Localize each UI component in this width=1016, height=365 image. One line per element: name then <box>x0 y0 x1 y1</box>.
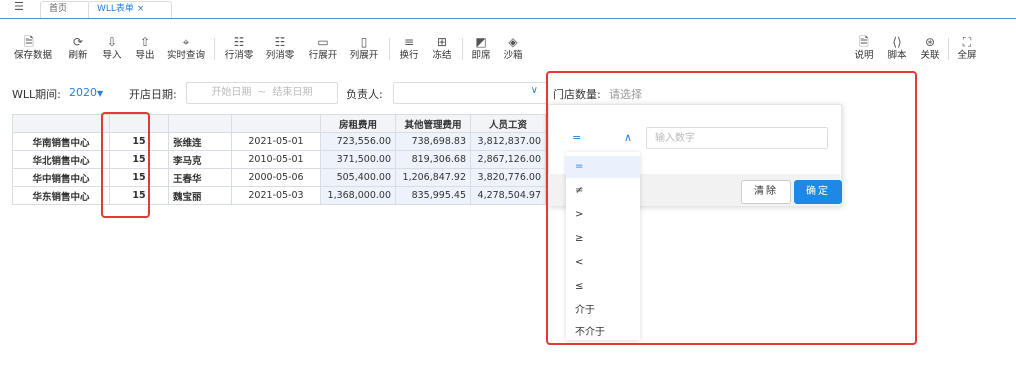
tab-wll-form[interactable]: WLL表单 × <box>88 1 172 18</box>
table-row: 华东销售中心 15 魏宝丽 2021-05-03 1,368,000.00 83… <box>12 186 559 205</box>
export-icon: ⇧ <box>139 35 151 49</box>
table-cell[interactable]: 835,995.45 <box>395 186 471 205</box>
table-cell[interactable]: 张维连 <box>168 132 232 151</box>
highlight-box <box>546 71 917 345</box>
row-cancel-icon: ☷ <box>233 35 245 49</box>
toolbar-divider <box>462 38 463 60</box>
wrap-icon: ≡ <box>403 35 415 49</box>
column-header[interactable] <box>231 114 321 133</box>
refresh-icon: ⟳ <box>72 35 84 49</box>
table-cell[interactable]: 1,206,847.92 <box>395 168 471 187</box>
table-cell[interactable]: 2021-05-03 <box>231 186 321 205</box>
table-cell[interactable]: 华东销售中心 <box>12 186 110 205</box>
table-cell[interactable]: 3,820,776.00 <box>470 168 546 187</box>
col-cancel-zero-button[interactable]: ☷ 列消零 <box>263 34 297 62</box>
table-cell[interactable]: 华中销售中心 <box>12 168 110 187</box>
row-cancel-zero-button[interactable]: ☷ 行消零 <box>222 34 256 62</box>
table-cell[interactable]: 王春华 <box>168 168 232 187</box>
wrap-button[interactable]: ≡ 换行 <box>397 34 421 62</box>
table-cell[interactable]: 738,698.83 <box>395 132 471 151</box>
close-icon[interactable]: × <box>137 4 145 14</box>
table-cell[interactable]: 华北销售中心 <box>12 150 110 169</box>
end-date-field[interactable]: 结束日期 <box>273 87 313 98</box>
table-cell[interactable]: 723,556.00 <box>320 132 396 151</box>
caret-down-icon: ▼ <box>97 89 104 98</box>
row-expand-icon: ▭ <box>317 35 329 49</box>
import-button[interactable]: ⇩ 导入 <box>100 34 124 62</box>
freeze-icon: ⊞ <box>436 35 448 49</box>
column-header[interactable]: 人员工资 <box>470 114 546 133</box>
sandbox-button[interactable]: ◈ 沙箱 <box>501 34 525 62</box>
column-header[interactable] <box>12 114 110 133</box>
table-cell[interactable]: 2,867,126.00 <box>470 150 546 169</box>
table-cell[interactable]: 华南销售中心 <box>12 132 110 151</box>
table-row: 华南销售中心 15 张维连 2021-05-01 723,556.00 738,… <box>12 132 559 151</box>
period-label: WLL期间: <box>12 88 61 101</box>
table-row: 华中销售中心 15 王春华 2000-05-06 505,400.00 1,20… <box>12 168 559 187</box>
instant-icon: ◩ <box>475 35 487 49</box>
highlight-box <box>101 112 150 218</box>
date-range-input[interactable]: 开始日期 ~ 结束日期 <box>186 82 338 104</box>
owner-label: 负责人: <box>346 88 383 101</box>
table-cell[interactable]: 4,278,504.97 <box>470 186 546 205</box>
description-button[interactable]: 🗎 说明 <box>852 34 876 62</box>
save-icon: 🗎 <box>24 35 34 49</box>
doc-icon: 🗎 <box>859 35 869 49</box>
column-header[interactable] <box>168 114 232 133</box>
refresh-button[interactable]: ⟳ 刷新 <box>66 34 90 62</box>
table-cell[interactable]: 2021-05-01 <box>231 132 321 151</box>
realtime-query-button[interactable]: ⌖ 实时查询 <box>166 34 206 62</box>
data-table: 房租费用 其他管理费用 人员工资 华南销售中心 15 张维连 2021-05-0… <box>12 114 559 205</box>
column-header[interactable]: 其他管理费用 <box>395 114 471 133</box>
column-header[interactable]: 房租费用 <box>320 114 396 133</box>
open-date-label: 开店日期: <box>129 88 177 101</box>
col-expand-button[interactable]: ▯ 列展开 <box>347 34 381 62</box>
table-cell[interactable]: 李马克 <box>168 150 232 169</box>
tab-home[interactable]: 首页 <box>40 1 90 18</box>
chevron-down-icon: ∨ <box>530 85 538 96</box>
table-cell[interactable]: 819,306.68 <box>395 150 471 169</box>
script-icon: ⟨⟩ <box>892 35 902 49</box>
table-header-row: 房租费用 其他管理费用 人员工资 <box>12 114 559 133</box>
fullscreen-icon: ⛶ <box>962 35 972 49</box>
table-row: 华北销售中心 15 李马克 2010-05-01 371,500.00 819,… <box>12 150 559 169</box>
export-button[interactable]: ⇧ 导出 <box>133 34 157 62</box>
toolbar-divider <box>214 38 215 60</box>
sandbox-icon: ◈ <box>508 35 518 49</box>
table-cell[interactable]: 1,368,000.00 <box>320 186 396 205</box>
table-cell[interactable]: 371,500.00 <box>320 150 396 169</box>
period-select[interactable]: 2020▼ <box>69 86 103 99</box>
table-cell[interactable]: 505,400.00 <box>320 168 396 187</box>
table-cell[interactable]: 2000-05-06 <box>231 168 321 187</box>
row-expand-button[interactable]: ▭ 行展开 <box>306 34 340 62</box>
toolbar-divider <box>948 38 949 60</box>
start-date-field[interactable]: 开始日期 <box>211 87 251 98</box>
fullscreen-button[interactable]: ⛶ 全屏 <box>955 34 979 62</box>
col-expand-icon: ▯ <box>360 35 368 49</box>
table-cell[interactable]: 魏宝丽 <box>168 186 232 205</box>
import-icon: ⇩ <box>106 35 118 49</box>
list-icon[interactable]: ☰ <box>14 0 24 13</box>
script-button[interactable]: ⟨⟩ 脚本 <box>885 34 909 62</box>
link-button[interactable]: ⊛ 关联 <box>918 34 942 62</box>
owner-select[interactable]: ∨ <box>393 82 547 104</box>
table-cell[interactable]: 3,812,837.00 <box>470 132 546 151</box>
col-cancel-icon: ☷ <box>274 35 286 49</box>
instant-button[interactable]: ◩ 即席 <box>469 34 493 62</box>
freeze-button[interactable]: ⊞ 冻结 <box>430 34 454 62</box>
toolbar-divider <box>389 38 390 60</box>
table-cell[interactable]: 2010-05-01 <box>231 150 321 169</box>
link-icon: ⊛ <box>924 35 936 49</box>
realtime-query-icon: ⌖ <box>182 35 190 49</box>
save-data-button[interactable]: 🗎 保存数据 <box>14 34 52 62</box>
